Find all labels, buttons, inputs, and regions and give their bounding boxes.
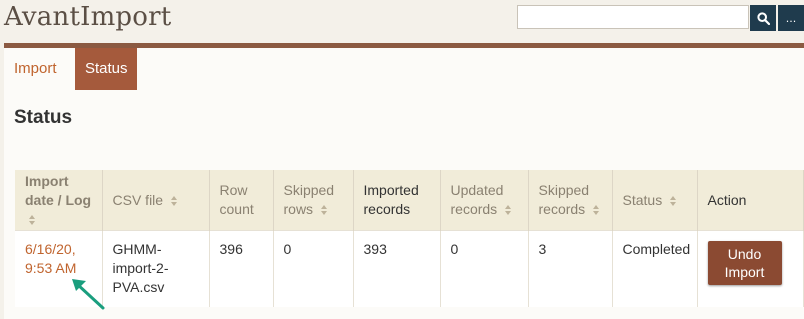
cell-status: Completed — [612, 230, 698, 307]
column-header-label: Imported records — [363, 182, 419, 217]
cell-imported-records: 393 — [353, 230, 441, 307]
tab-import[interactable]: Import — [4, 48, 72, 90]
column-header-label: Updated records — [450, 182, 504, 217]
column-header-status[interactable]: Status — [612, 170, 698, 231]
cell-row-count: 396 — [209, 230, 274, 307]
arrow-annotation-icon — [72, 279, 105, 310]
sort-icon — [29, 214, 35, 225]
column-header-action: Action — [697, 170, 804, 231]
search-button[interactable] — [750, 5, 776, 31]
column-header-label: Skipped records — [538, 182, 590, 217]
table-row: 6/16/20, 9:53 AM GHMM-import-2-PVA.csv 3… — [15, 230, 804, 307]
cell-skipped-records: 3 — [528, 230, 613, 307]
app-title: AvantImport — [4, 2, 172, 32]
column-header-csv-file[interactable]: CSV file — [102, 170, 210, 231]
sort-icon — [670, 195, 677, 206]
undo-import-button[interactable]: Undo Import — [707, 241, 782, 285]
column-header-label: CSV file — [112, 191, 164, 208]
tab-status[interactable]: Status — [75, 48, 137, 90]
column-header-label: Status — [622, 191, 663, 208]
search-input[interactable] — [517, 5, 749, 29]
page-title: Status — [14, 107, 73, 128]
search-icon — [756, 11, 770, 25]
cell-action: Undo Import — [697, 230, 804, 307]
import-log-link[interactable]: 6/16/20, 9:53 AM — [25, 241, 76, 276]
column-header-label: Action — [707, 191, 747, 208]
status-table: Import date / Log CSV file Row count Ski… — [15, 170, 804, 307]
main-content: Import Status Status Import date / Log C… — [4, 48, 804, 319]
more-options-button[interactable]: ... — [778, 5, 804, 31]
sort-icon — [505, 205, 512, 216]
sort-icon — [593, 205, 600, 216]
column-header-label: Row count — [219, 182, 254, 217]
column-header-import-date[interactable]: Import date / Log — [15, 170, 103, 231]
cell-csv-file: GHMM-import-2-PVA.csv — [102, 230, 210, 307]
column-header-row-count[interactable]: Row count — [209, 170, 274, 231]
cell-updated-records: 0 — [440, 230, 529, 307]
table-header-row: Import date / Log CSV file Row count Ski… — [15, 170, 804, 231]
sort-icon — [170, 195, 177, 206]
cell-skipped-rows: 0 — [273, 230, 354, 307]
sort-icon — [320, 205, 327, 216]
column-header-skipped-records[interactable]: Skipped records — [528, 170, 613, 231]
top-bar: AvantImport ... — [0, 0, 804, 44]
column-header-updated-records[interactable]: Updated records — [440, 170, 529, 231]
column-header-label: Import date / Log — [25, 172, 92, 208]
column-header-imported-records: Imported records — [353, 170, 441, 231]
column-header-skipped-rows[interactable]: Skipped rows — [273, 170, 354, 231]
